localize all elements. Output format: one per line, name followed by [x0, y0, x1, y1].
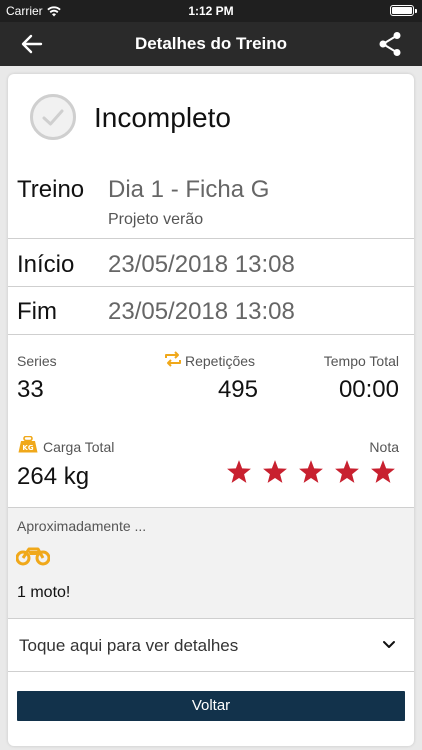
series-label: Series	[17, 353, 57, 369]
voltar-button[interactable]: Voltar	[17, 691, 405, 721]
series-value: 33	[17, 376, 44, 403]
repeticoes-label: Repetições	[185, 353, 256, 369]
divider	[8, 238, 414, 239]
nota-label: Nota	[369, 439, 399, 455]
fim-label: Fim	[17, 298, 57, 325]
star-icon	[299, 460, 323, 483]
details-label: Toque aqui para ver detalhes	[19, 636, 239, 655]
inicio-value: 23/05/2018 13:08	[108, 251, 295, 278]
page-title: Detalhes do Treino	[134, 34, 288, 53]
workout-details-card: Incompleto Treino Dia 1 - Ficha G Projet…	[8, 74, 414, 746]
approximately-section: Aproximadamente ... 1 moto!	[8, 508, 414, 618]
star-icon	[335, 460, 359, 483]
rating-stars	[226, 459, 396, 485]
status-bar: Carrier 1:12 PM	[0, 0, 422, 22]
share-icon[interactable]	[378, 31, 402, 57]
treino-subtitle: Projeto verão	[108, 211, 204, 228]
treino-label: Treino	[17, 176, 85, 203]
status-check-icon	[30, 94, 76, 140]
status-time: 1:12 PM	[188, 4, 234, 18]
carga-label: Carga Total	[43, 439, 115, 455]
approx-label: Aproximadamente ...	[17, 518, 147, 534]
inicio-label: Início	[17, 251, 75, 278]
motorcycle-icon	[16, 547, 50, 566]
tempo-value: 00:00	[338, 376, 399, 403]
divider	[8, 671, 414, 672]
carga-value: 264 kg	[17, 463, 90, 490]
fim-value: 23/05/2018 13:08	[108, 298, 295, 325]
app-header: Detalhes do Treino	[0, 22, 422, 66]
chevron-down-icon	[383, 641, 395, 648]
repeat-icon	[165, 351, 181, 367]
star-icon	[227, 460, 251, 483]
repeticoes-value: 495	[217, 376, 258, 403]
tempo-label: Tempo Total	[323, 353, 399, 369]
workout-status: Incompleto	[94, 102, 231, 133]
battery-icon	[390, 5, 417, 16]
weight-kg-icon: KG	[18, 436, 38, 453]
divider	[8, 334, 414, 335]
view-details-toggle[interactable]: Toque aqui para ver detalhes	[8, 619, 414, 671]
star-icon	[371, 460, 395, 483]
star-icon	[263, 460, 287, 483]
approx-result: 1 moto!	[17, 584, 71, 601]
divider	[8, 286, 414, 287]
kg-badge-text: KG	[22, 444, 33, 452]
treino-value: Dia 1 - Ficha G	[108, 176, 270, 203]
